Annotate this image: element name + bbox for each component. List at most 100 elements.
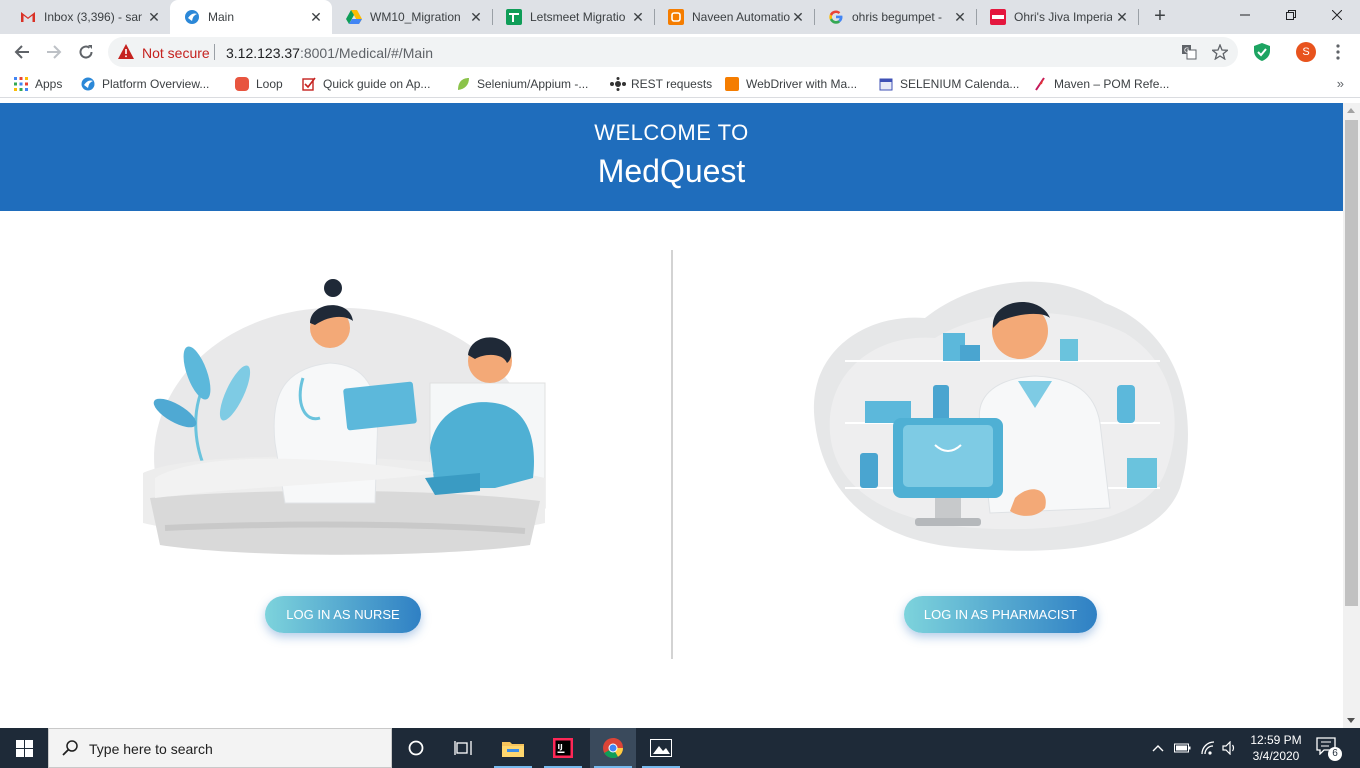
gmail-icon — [20, 9, 36, 25]
battery-icon[interactable] — [1172, 728, 1192, 768]
leaf-icon — [456, 77, 470, 91]
cortana-icon[interactable] — [393, 728, 439, 768]
vertical-divider — [671, 250, 673, 659]
close-tab-icon[interactable]: ✕ — [309, 10, 323, 24]
windows-taskbar: Type here to search IJ 12:59 PM 3/4/2020… — [0, 728, 1360, 768]
menu-kebab-icon[interactable] — [1324, 38, 1352, 66]
nurse-illustration — [143, 279, 546, 555]
close-tab-icon[interactable]: ✕ — [469, 10, 483, 24]
page-content: WELCOME TO MedQuest LOG IN AS NURSE LOG … — [0, 103, 1343, 728]
apps-grid-icon — [14, 77, 28, 91]
security-status[interactable]: Not secure — [142, 45, 210, 61]
tab-title: Main — [208, 10, 235, 24]
tab-ohris-jiva[interactable]: Ohri's Jiva Imperia ✕ — [976, 0, 1138, 34]
tab-title: Ohri's Jiva Imperia — [1014, 10, 1112, 24]
search-icon — [62, 740, 78, 759]
rest-icon — [610, 77, 626, 91]
task-view-icon[interactable] — [440, 728, 486, 768]
checkbox-icon — [302, 77, 316, 91]
windows-start-icon[interactable] — [0, 728, 48, 768]
clock-time: 12:59 PM — [1250, 733, 1302, 747]
tab-title: ohris begumpet - — [852, 10, 943, 24]
page-scrollbar[interactable] — [1343, 103, 1360, 728]
tab-title: Inbox (3,396) - san — [44, 10, 142, 24]
taskbar-search[interactable]: Type here to search — [48, 728, 392, 768]
bookmark-quick-guide[interactable]: Quick guide on Ap... — [302, 76, 430, 92]
bookmark-maven-pom[interactable]: Maven – POM Refe... — [1033, 76, 1169, 92]
profile-avatar[interactable]: S — [1296, 42, 1316, 62]
bookmark-star-icon[interactable] — [1210, 43, 1230, 61]
close-tab-icon[interactable]: ✕ — [791, 10, 805, 24]
taskbar-clock[interactable]: 12:59 PM 3/4/2020 — [1240, 732, 1312, 764]
chevron-up-icon[interactable] — [1150, 728, 1166, 768]
brand-title: MedQuest — [597, 153, 746, 189]
close-tab-icon[interactable]: ✕ — [953, 10, 967, 24]
loop-icon — [235, 77, 249, 91]
login-nurse-button[interactable]: LOG IN AS NURSE — [265, 596, 421, 633]
google-icon — [828, 9, 844, 25]
maven-feather-icon — [1033, 77, 1047, 91]
new-tab-icon[interactable]: + — [1150, 6, 1170, 27]
browser-toolbar: Not secure 3.12.123.37:8001/Medical/#/Ma… — [0, 34, 1360, 70]
scroll-down-arrow-icon[interactable] — [1347, 718, 1355, 723]
tab-main[interactable]: Main ✕ — [170, 0, 332, 34]
file-explorer-icon[interactable] — [490, 728, 536, 768]
tab-title: Naveen Automatio — [692, 10, 790, 24]
welcome-heading: WELCOME TO — [594, 120, 749, 145]
calendar-icon — [879, 77, 893, 91]
reload-icon[interactable] — [72, 38, 100, 66]
chrome-icon[interactable] — [590, 728, 636, 768]
bookmarks-overflow-icon[interactable]: » — [1337, 76, 1344, 91]
tab-title: WM10_Migration — [370, 10, 461, 24]
bookmark-rest-requests[interactable]: REST requests — [610, 76, 712, 92]
translate-icon[interactable]: G — [1181, 44, 1197, 60]
warning-icon[interactable] — [118, 44, 134, 62]
tab-strip: Inbox (3,396) - san ✕ Main ✕ WM10_Migrat… — [0, 0, 1360, 34]
bookmark-selenium-calendar[interactable]: SELENIUM Calenda... — [879, 76, 1019, 92]
back-icon[interactable] — [8, 38, 36, 66]
site-favicon-icon — [990, 9, 1006, 25]
blogger-icon — [668, 9, 684, 25]
tab-naveen-automation[interactable]: Naveen Automatio ✕ — [654, 0, 814, 34]
blogger-icon — [725, 77, 739, 91]
intellij-icon[interactable]: IJ — [540, 728, 586, 768]
scroll-up-arrow-icon[interactable] — [1347, 108, 1355, 113]
bookmark-apps[interactable]: Apps — [14, 76, 62, 92]
notification-badge: 6 — [1328, 747, 1342, 761]
pharmacist-illustration — [813, 281, 1188, 551]
bookmark-platform-overview[interactable]: Platform Overview... — [81, 76, 209, 92]
header-banner: WELCOME TO MedQuest — [0, 103, 1343, 211]
clock-date: 3/4/2020 — [1252, 749, 1300, 763]
close-tab-icon[interactable]: ✕ — [1115, 10, 1129, 24]
search-placeholder: Type here to search — [89, 741, 213, 757]
tab-ohris-begumpet[interactable]: ohris begumpet - ✕ — [814, 0, 976, 34]
wifi-icon[interactable] — [1198, 728, 1218, 768]
address-bar[interactable]: Not secure 3.12.123.37:8001/Medical/#/Ma… — [108, 37, 1238, 67]
tab-title: Letsmeet Migratio — [530, 10, 626, 24]
tab-letsmeet-migration[interactable]: Letsmeet Migratio ✕ — [492, 0, 654, 34]
tab-wm10-migration[interactable]: WM10_Migration ✕ — [332, 0, 492, 34]
volume-icon[interactable] — [1220, 728, 1240, 768]
restore-icon[interactable] — [1268, 0, 1314, 30]
scroll-thumb[interactable] — [1345, 120, 1358, 606]
platform-icon — [81, 77, 95, 91]
forward-icon[interactable] — [40, 38, 68, 66]
close-tab-icon[interactable]: ✕ — [631, 10, 645, 24]
shield-extension-icon[interactable] — [1248, 38, 1276, 66]
url-text[interactable]: 3.12.123.37:8001/Medical/#/Main — [226, 45, 433, 61]
bookmark-webdriver[interactable]: WebDriver with Ma... — [725, 76, 857, 92]
app-favicon-icon — [184, 9, 200, 25]
bookmark-selenium-appium[interactable]: Selenium/Appium -... — [456, 76, 588, 92]
close-tab-icon[interactable]: ✕ — [147, 10, 161, 24]
svg-text:G: G — [1184, 47, 1189, 55]
google-drive-icon — [346, 9, 362, 25]
close-window-icon[interactable] — [1314, 0, 1360, 30]
bookmark-loop[interactable]: Loop — [235, 76, 283, 92]
tab-gmail[interactable]: Inbox (3,396) - san ✕ — [6, 0, 170, 34]
notification-center-icon[interactable]: 6 — [1316, 737, 1342, 761]
login-pharmacist-button[interactable]: LOG IN AS PHARMACIST — [904, 596, 1097, 633]
photos-icon[interactable] — [638, 728, 684, 768]
minimize-icon[interactable] — [1222, 0, 1268, 30]
google-sheets-icon — [506, 9, 522, 25]
svg-text:IJ: IJ — [558, 743, 563, 751]
